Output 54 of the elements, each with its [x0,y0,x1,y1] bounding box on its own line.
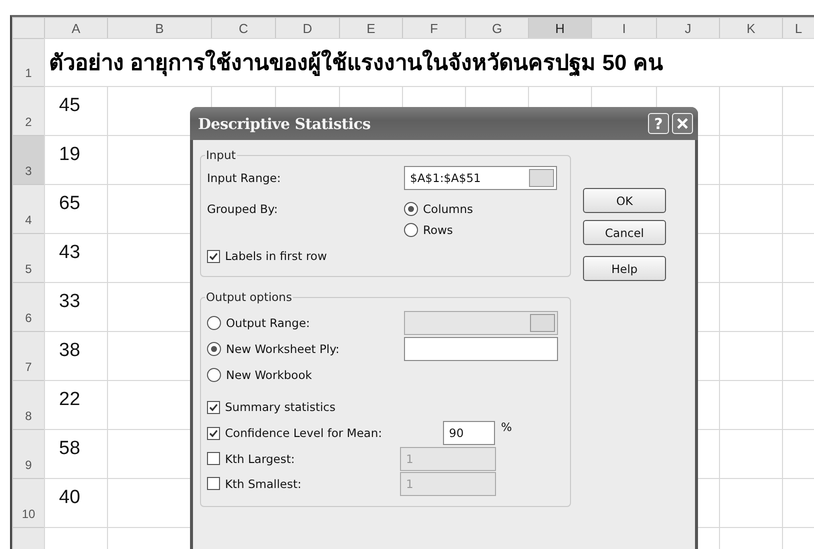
input-field[interactable]: 90 [443,421,495,445]
row-header[interactable]: 4 [12,184,44,233]
table-cell: 33 [44,282,107,331]
column-header[interactable]: B [107,17,211,38]
column-header[interactable]: J [656,17,719,38]
dialog-button[interactable]: Cancel [583,220,666,245]
row-header[interactable]: 5 [12,233,44,282]
field-label: Grouped By: [207,202,279,216]
checkbox-label: Confidence Level for Mean: [225,426,382,440]
table-cell: 65 [44,184,107,233]
checkbox-label: Summary statistics [225,400,336,414]
radio-label: New Worksheet Ply: [226,342,340,356]
help-button[interactable]: ? [648,113,669,134]
sheet-title: ตัวอย่าง อายุการใช้งานของผู้ใช้แรงงานในจังหวัดนครปฐม 50 คน [44,38,814,86]
table-cell: 45 [44,86,107,135]
row-header[interactable]: 1 [12,38,44,86]
checkbox-label: Labels in first row [225,249,327,263]
column-header[interactable]: D [275,17,339,38]
column-header[interactable]: E [339,17,402,38]
row-header[interactable]: 9 [12,429,44,478]
unit-label: % [501,420,512,434]
checkbox-label: Kth Smallest: [225,476,302,490]
dialog-button[interactable]: Help [583,256,666,281]
column-header[interactable]: G [465,17,528,38]
column-header[interactable]: I [591,17,656,38]
column-header[interactable]: L [782,17,814,38]
field-label: Input Range: [207,171,282,185]
input-field[interactable]: $A$1:$A$51 [404,166,557,190]
row-header[interactable]: 2 [12,86,44,135]
group-title: Output options [205,290,293,304]
table-cell: 43 [44,233,107,282]
dialog-button[interactable]: OK [583,188,666,213]
group-title: Input [205,148,237,162]
column-header[interactable]: C [211,17,275,38]
table-cell: 58 [44,429,107,478]
column-header[interactable]: K [719,17,782,38]
radio-label: Columns [423,202,474,216]
row-header[interactable]: 7 [12,331,44,380]
radio-label: New Workbook [226,368,312,382]
table-cell: 40 [44,478,107,527]
column-header[interactable]: A [44,17,107,38]
radio-label: Rows [423,222,453,236]
row-header[interactable]: 8 [12,380,44,429]
table-cell: 22 [44,380,107,429]
column-header[interactable]: F [402,17,465,38]
row-header[interactable]: 3 [12,135,44,184]
row-header[interactable]: 6 [12,282,44,331]
window-title: Descriptive Statistics [198,114,372,132]
table-cell: 19 [44,135,107,184]
checkbox-label: Kth Largest: [225,452,295,466]
table-cell: 38 [44,331,107,380]
column-header[interactable]: H [528,17,591,38]
row-header[interactable]: 10 [12,478,44,527]
radio-label: Output Range: [226,316,310,330]
